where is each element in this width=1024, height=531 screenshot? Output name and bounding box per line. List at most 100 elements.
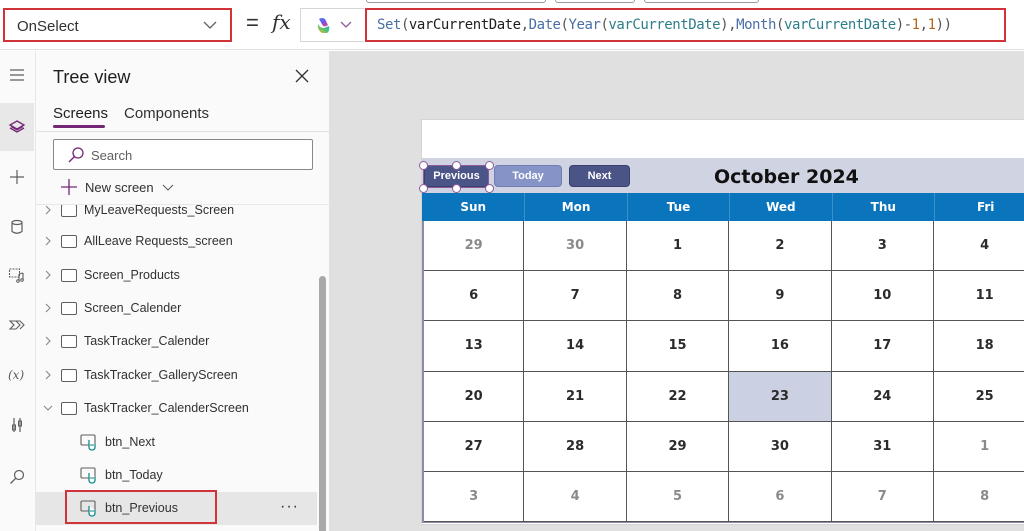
tree-item-screen[interactable]: Screen_Calender [36, 292, 317, 325]
calendar-day[interactable]: 21 [524, 371, 627, 422]
rail-data-button[interactable] [0, 203, 34, 251]
rail-media-button[interactable] [0, 251, 34, 299]
calendar-day[interactable]: 13 [424, 321, 525, 372]
rail-variables-button[interactable]: (x) [0, 351, 34, 399]
calendar-day[interactable]: 30 [729, 421, 832, 472]
calendar-day[interactable]: 18 [934, 321, 1024, 372]
tree-item-screen[interactable]: Screen_Products [36, 259, 317, 292]
calendar-day[interactable]: 7 [524, 271, 627, 322]
formula-input[interactable]: Set(varCurrentDate,Date(Year(varCurrentD… [365, 8, 1006, 42]
rail-menu-button[interactable] [0, 51, 34, 99]
btn-next[interactable]: Next [569, 165, 630, 187]
calendar-day[interactable]: 24 [831, 371, 934, 422]
tree-item-screen[interactable]: AllLeave Requests_screen [36, 225, 317, 258]
toolbar-button-stub[interactable] [644, 0, 759, 3]
calendar-day[interactable]: 27 [424, 421, 525, 472]
toolbar-button-stub[interactable] [366, 0, 546, 3]
resize-handle[interactable] [419, 184, 428, 193]
calendar-grid: 29 30 1 2 3 4 6 7 8 9 10 11 13 14 15 16 17 18 20 21 22 23 24 25… [422, 221, 1024, 523]
tree-search-input[interactable]: Search [53, 139, 313, 170]
plus-icon [61, 179, 77, 195]
property-dropdown[interactable]: OnSelect [3, 8, 232, 42]
calendar-day[interactable]: 9 [729, 271, 832, 322]
rail-insert-button[interactable] [0, 153, 34, 201]
resize-handle[interactable] [452, 161, 461, 170]
more-options-button[interactable]: ··· [280, 498, 299, 516]
formula-token: , [520, 17, 529, 33]
tree-scrollbar[interactable] [319, 276, 326, 531]
calendar-day[interactable]: 7 [831, 472, 934, 523]
calendar-day[interactable]: 4 [524, 472, 627, 523]
formula-token: varCurrentDate [783, 17, 896, 33]
calendar-day[interactable]: 1 [626, 221, 730, 272]
resize-handle[interactable] [485, 184, 494, 193]
design-canvas: Previous Today Next October 2024 Sun Mon T… [330, 51, 1024, 531]
calendar-day[interactable]: 10 [831, 271, 934, 322]
new-screen-button[interactable]: New screen [60, 177, 174, 197]
chevron-right-icon[interactable] [43, 336, 53, 346]
search-icon [68, 147, 84, 163]
calendar-day[interactable]: 22 [626, 371, 730, 422]
resize-handle[interactable] [452, 184, 461, 193]
btn-today[interactable]: Today [494, 165, 562, 187]
tree-item-screen[interactable]: MyLeaveRequests_Screen [36, 205, 317, 227]
calendar-day[interactable]: 8 [626, 271, 730, 322]
calendar-day[interactable]: 2 [729, 221, 832, 272]
chevron-right-icon[interactable] [43, 205, 53, 215]
calendar-day[interactable]: 29 [424, 221, 525, 272]
tree-item-screen[interactable]: TaskTracker_GalleryScreen [36, 359, 317, 392]
calendar-day[interactable]: 25 [934, 371, 1024, 422]
formula-token: ), [720, 17, 737, 33]
close-icon[interactable] [294, 68, 310, 84]
property-dropdown-value: OnSelect [17, 18, 79, 35]
resize-handle[interactable] [485, 161, 494, 170]
calendar-day[interactable]: 29 [626, 421, 730, 472]
calendar-day[interactable]: 28 [524, 421, 627, 472]
screen-icon [61, 235, 77, 248]
calendar-day[interactable]: 17 [831, 321, 934, 372]
chevron-right-icon[interactable] [43, 370, 53, 380]
tab-components[interactable]: Components [124, 105, 209, 122]
rail-search-button[interactable] [0, 453, 34, 501]
formula-token: Month [736, 17, 776, 33]
chevron-down-icon[interactable] [43, 403, 53, 413]
tree-item-screen[interactable]: TaskTracker_Calender [36, 325, 317, 358]
calendar-day[interactable]: 6 [729, 472, 832, 523]
chevron-right-icon[interactable] [43, 270, 53, 280]
rail-power-automate-button[interactable] [0, 301, 34, 349]
resize-handle[interactable] [419, 161, 428, 170]
weekday-label: Fri [934, 193, 1024, 221]
calendar-day[interactable]: 3 [831, 221, 934, 272]
calendar-day[interactable]: 8 [934, 472, 1024, 523]
tree-item-label: MyLeaveRequests_Screen [84, 205, 235, 217]
copilot-button[interactable] [300, 8, 364, 42]
calendar-day[interactable]: 5 [626, 472, 730, 523]
database-icon [11, 219, 23, 234]
calendar-day[interactable]: 4 [934, 221, 1024, 272]
calendar-day[interactable]: 6 [424, 271, 525, 322]
calendar-day-today[interactable]: 23 [729, 371, 832, 422]
calendar-day[interactable]: 1 [934, 421, 1024, 472]
chevron-right-icon[interactable] [43, 303, 53, 313]
toolbar-button-stub[interactable] [555, 0, 635, 3]
calendar-day[interactable]: 30 [524, 221, 627, 272]
formula-bar: OnSelect = fx Set(varCurrentDate,Date(Ye… [0, 0, 1024, 50]
screen-icon [61, 335, 77, 348]
calendar-day[interactable]: 15 [626, 321, 730, 372]
tree-item-control[interactable]: btn_Today [36, 459, 317, 492]
rail-tree-view-button[interactable] [0, 103, 34, 151]
tree-item-screen[interactable]: TaskTracker_CalenderScreen [36, 392, 317, 425]
tab-screens[interactable]: Screens [53, 105, 108, 122]
fx-icon: fx [272, 10, 291, 34]
calendar-day[interactable]: 11 [934, 271, 1024, 322]
calendar-day[interactable]: 3 [424, 472, 525, 523]
tree-item-label: TaskTracker_Calender [84, 334, 210, 348]
rail-advanced-tools-button[interactable] [0, 401, 34, 449]
calendar-day[interactable]: 14 [524, 321, 627, 372]
formula-token: ) [895, 17, 904, 33]
calendar-day[interactable]: 31 [831, 421, 934, 472]
tree-item-control[interactable]: btn_Next [36, 426, 317, 459]
chevron-right-icon[interactable] [43, 236, 53, 246]
calendar-day[interactable]: 16 [729, 321, 832, 372]
calendar-day[interactable]: 20 [424, 371, 525, 422]
